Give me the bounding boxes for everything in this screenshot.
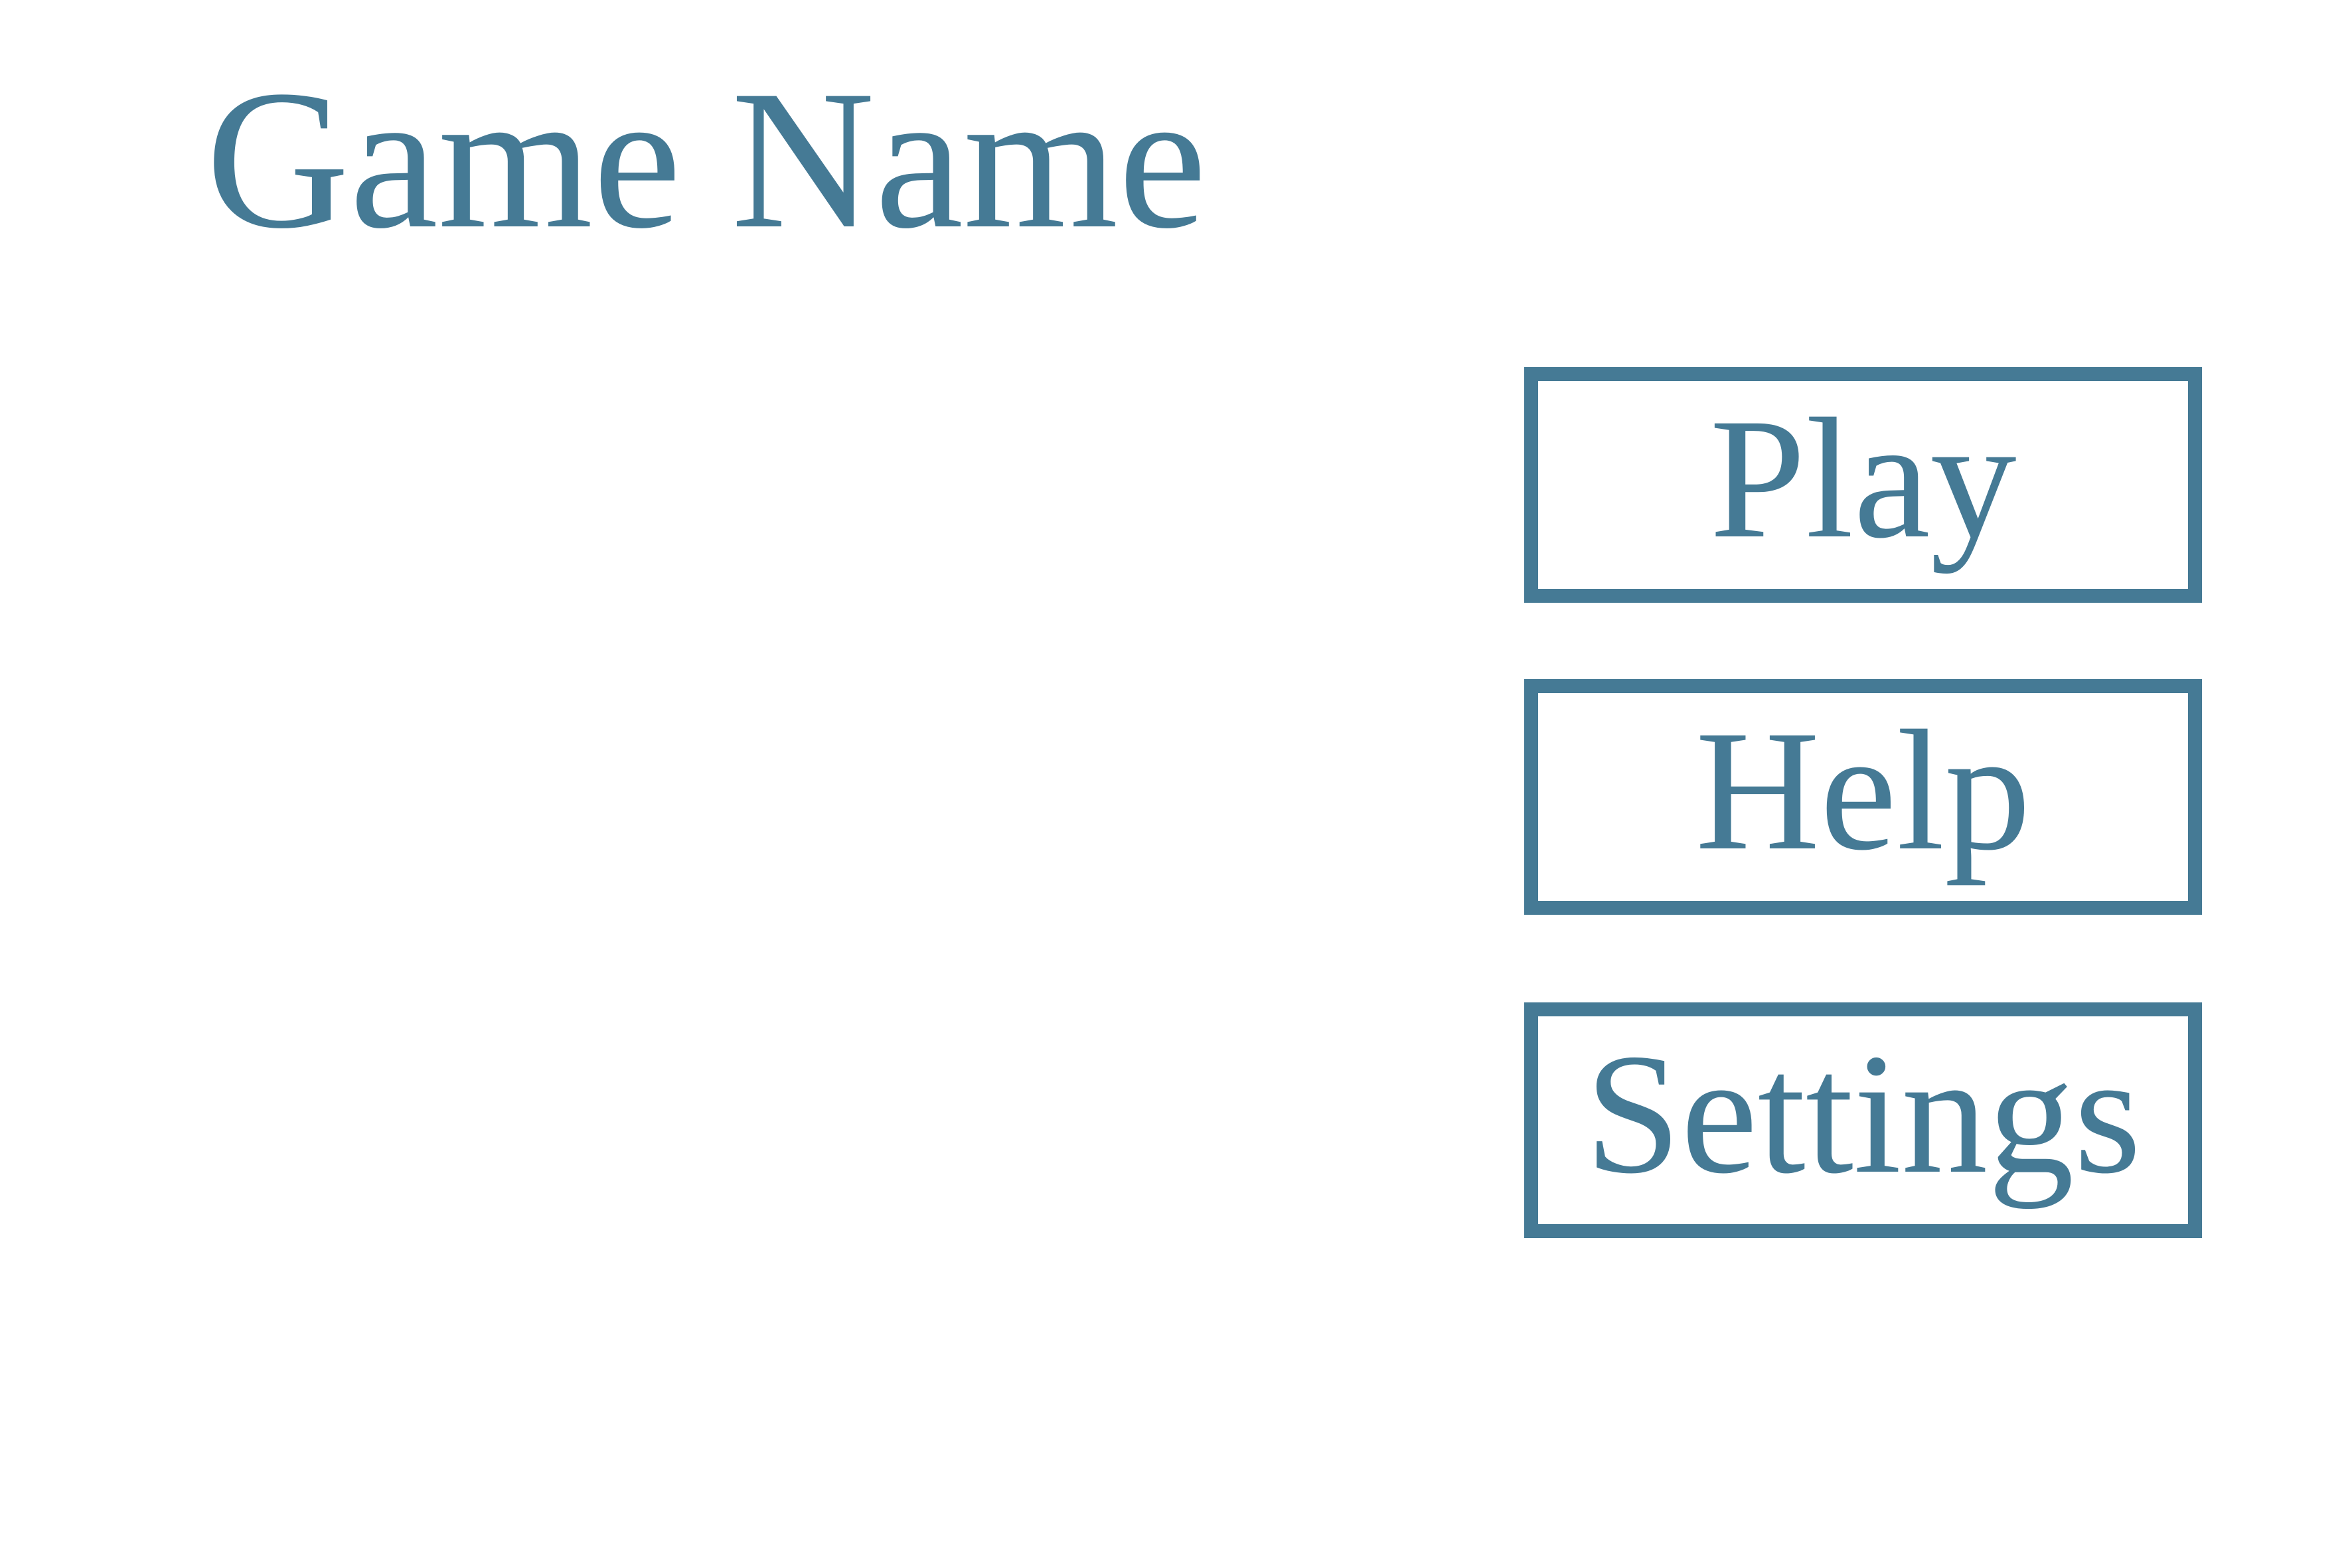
game-title: Game Name bbox=[206, 49, 1207, 270]
help-button[interactable]: Help bbox=[1524, 679, 2202, 915]
play-button-label: Play bbox=[1709, 382, 2017, 574]
settings-button-label: Settings bbox=[1585, 1018, 2142, 1210]
play-button[interactable]: Play bbox=[1524, 367, 2202, 603]
help-button-label: Help bbox=[1695, 694, 2031, 886]
settings-button[interactable]: Settings bbox=[1524, 1002, 2202, 1238]
